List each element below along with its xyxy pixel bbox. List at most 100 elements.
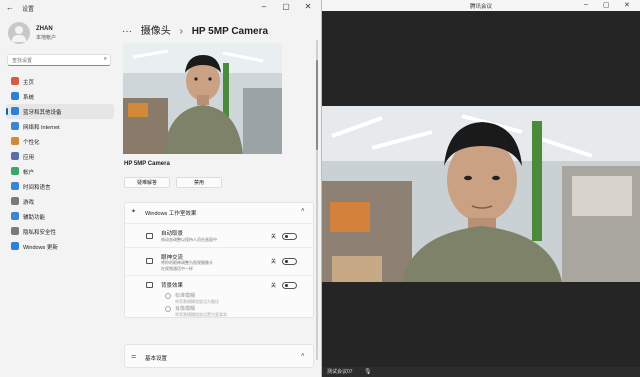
sidebar-item[interactable]: 时间和语言 xyxy=(6,179,114,194)
sidebar-item[interactable]: 应用 xyxy=(6,149,114,164)
breadcrumb-separator: › xyxy=(179,26,183,37)
minimize-icon[interactable]: – xyxy=(258,2,270,11)
scrollbar-thumb[interactable] xyxy=(316,60,318,150)
background-effects-toggle[interactable] xyxy=(282,282,297,289)
eye-contact-row: 眼神交流 将你的眼神调整为直视摄像头 在视频通话中一样 关 xyxy=(125,247,313,276)
camera-name: HP 5MP Camera xyxy=(124,161,170,167)
breadcrumb-parent[interactable]: 摄像头 xyxy=(141,26,171,37)
standard-blur-title: 标准模糊 xyxy=(175,293,196,299)
settings-titlebar: ← 设置 – ▢ ✕ xyxy=(0,0,321,18)
portrait-blur-radio[interactable] xyxy=(165,306,171,312)
microphone-icon[interactable]: 🎙 xyxy=(364,368,372,375)
back-icon[interactable]: ← xyxy=(6,3,14,12)
sidebar-item[interactable]: 蓝牙和其他设备 xyxy=(6,104,114,119)
sidebar-item-label: 帐户 xyxy=(23,170,35,176)
auto-framing-title: 自动取景 xyxy=(161,231,184,237)
personalization-icon xyxy=(11,137,19,145)
basic-settings-card[interactable]: ⚌ 基本设置 ˄ xyxy=(124,344,314,368)
accessibility-icon xyxy=(11,212,19,220)
auto-framing-desc: 帧动态调整以保持人员在画面中 xyxy=(161,237,217,242)
sidebar-item-label: 隐私和安全性 xyxy=(23,230,57,236)
windows-update-icon xyxy=(11,242,19,250)
sidebar-item-label: 主页 xyxy=(23,80,35,86)
search-icon[interactable]: ⌕ xyxy=(104,56,107,63)
user-profile[interactable]: ZHAN 本地帐户 xyxy=(8,22,118,48)
background-effects-title: 背景效果 xyxy=(161,283,184,289)
auto-framing-toggle[interactable] xyxy=(282,233,297,240)
privacy-icon xyxy=(11,227,19,235)
avatar xyxy=(8,22,30,44)
apps-icon xyxy=(11,152,19,160)
more-icon[interactable]: ··· xyxy=(122,26,132,37)
portrait-blur-title: 肖像模糊 xyxy=(175,306,196,312)
studio-effects-title: Windows 工作室效果 xyxy=(145,211,197,217)
portrait-blur-option[interactable]: 肖像模糊 将背景模糊程度设置为更柔和 xyxy=(165,305,285,319)
disable-button[interactable]: 禁用 xyxy=(176,177,222,188)
gaming-icon xyxy=(11,197,19,205)
participant-name: 测试会议07 xyxy=(327,369,353,375)
eye-contact-state: 关 xyxy=(271,259,277,265)
portrait-blur-desc: 将背景模糊程度设置为更柔和 xyxy=(175,312,227,317)
sidebar-item[interactable]: 隐私和安全性 xyxy=(6,224,114,239)
close-icon[interactable]: ✕ xyxy=(302,2,314,11)
eye-contact-icon xyxy=(146,258,153,264)
basic-settings-title: 基本设置 xyxy=(145,356,168,362)
chevron-up-icon[interactable]: ˄ xyxy=(301,208,305,214)
sidebar-item-label: 时间和语言 xyxy=(23,185,51,191)
sidebar-item-label: 辅助功能 xyxy=(23,215,46,221)
background-effects-icon xyxy=(146,282,153,288)
settings-window: ← 设置 – ▢ ✕ ZHAN 本地帐户 ⌕ 主页系统蓝牙和其他设备网络和 In… xyxy=(0,0,322,377)
bluetooth-icon xyxy=(11,107,19,115)
meeting-video-image xyxy=(322,106,640,282)
sidebar-item-label: 网络和 Internet xyxy=(23,125,60,131)
home-icon xyxy=(11,77,19,85)
sidebar-item-label: 系统 xyxy=(23,95,35,101)
minimize-icon[interactable]: – xyxy=(584,1,588,8)
sidebar-item[interactable]: 主页 xyxy=(6,74,114,89)
sidebar-item-label: 蓝牙和其他设备 xyxy=(23,110,62,116)
user-name: ZHAN xyxy=(36,26,53,32)
meeting-video[interactable] xyxy=(322,106,640,282)
sidebar-item-label: 个性化 xyxy=(23,140,40,146)
sidebar-item[interactable]: 游戏 xyxy=(6,194,114,209)
page-title: HP 5MP Camera xyxy=(191,26,269,37)
sidebar-item[interactable]: 帐户 xyxy=(6,164,114,179)
maximize-icon[interactable]: ▢ xyxy=(280,2,292,11)
search-box[interactable]: ⌕ xyxy=(7,54,111,66)
system-icon xyxy=(11,92,19,100)
standard-blur-option[interactable]: 标准模糊 将背景模糊程度设为最佳 xyxy=(165,292,285,306)
studio-effects-icon: ✦ xyxy=(131,209,137,215)
sidebar-item[interactable]: 个性化 xyxy=(6,134,114,149)
meeting-title: 腾讯会议 xyxy=(469,4,492,10)
sidebar-item[interactable]: 系统 xyxy=(6,89,114,104)
accounts-icon xyxy=(11,167,19,175)
window-title: 设置 xyxy=(22,7,35,13)
breadcrumb: ··· 摄像头 › HP 5MP Camera xyxy=(122,22,274,38)
camera-preview-image xyxy=(123,43,282,154)
standard-blur-radio[interactable] xyxy=(165,293,171,299)
user-account-type: 本地帐户 xyxy=(36,35,57,41)
meeting-participant-bar: 测试会议07 🎙 xyxy=(322,367,640,377)
search-input[interactable] xyxy=(10,56,100,65)
auto-framing-state: 关 xyxy=(271,234,277,240)
sidebar-item[interactable]: Windows 更新 xyxy=(6,239,114,254)
meeting-titlebar: 腾讯会议 – ▢ ✕ xyxy=(322,0,640,11)
close-icon[interactable]: ✕ xyxy=(624,1,630,9)
network-icon xyxy=(11,122,19,130)
background-effects-state: 关 xyxy=(271,283,277,289)
studio-effects-card: ✦ Windows 工作室效果 ˄ 自动取景 帧动态调整以保持人员在画面中 关 … xyxy=(124,202,314,318)
time-language-icon xyxy=(11,182,19,190)
chevron-up-icon[interactable]: ˄ xyxy=(301,353,305,359)
troubleshoot-button[interactable]: 疑难解答 xyxy=(124,177,170,188)
meeting-window: 腾讯会议 – ▢ ✕ 测试会议07 🎙 xyxy=(322,0,640,377)
sidebar-nav: 主页系统蓝牙和其他设备 网络和 Internet 个性化应用帐户时间和语言游戏辅助功… xyxy=(6,74,114,254)
maximize-icon[interactable]: ▢ xyxy=(603,1,610,9)
auto-framing-row: 自动取景 帧动态调整以保持人员在画面中 关 xyxy=(125,223,313,248)
sidebar-item-label: 应用 xyxy=(23,155,35,161)
sidebar-item[interactable]: 网络和 Internet xyxy=(6,119,114,134)
sidebar-item-label: Windows 更新 xyxy=(23,245,58,251)
camera-preview xyxy=(123,43,282,154)
sidebar-item[interactable]: 辅助功能 xyxy=(6,209,114,224)
sliders-icon: ⚌ xyxy=(131,354,137,360)
eye-contact-toggle[interactable] xyxy=(282,258,297,265)
